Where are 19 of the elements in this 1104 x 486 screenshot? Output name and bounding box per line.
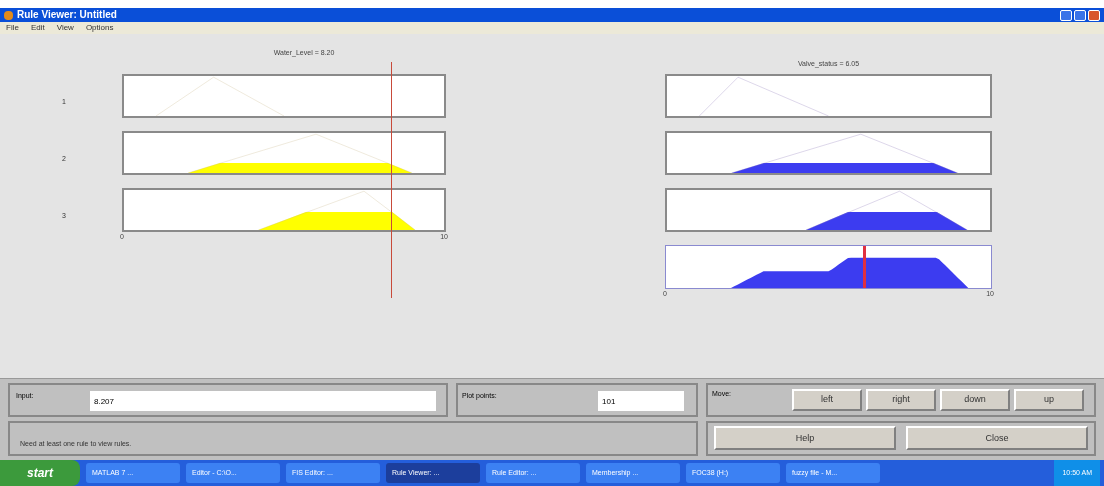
push-button[interactable]: Close [906, 426, 1088, 451]
menu-item[interactable]: Edit [30, 24, 45, 32]
maximize-button[interactable] [1074, 9, 1086, 21]
push-button[interactable]: up [1014, 389, 1084, 411]
plot-points-field[interactable]: 101 [598, 391, 684, 411]
window-title: Rule Viewer: Untitled [17, 10, 117, 20]
start-button[interactable]: start [0, 460, 80, 486]
input-field[interactable]: 8.207 [90, 391, 436, 411]
push-button[interactable]: left [792, 389, 862, 411]
input-value-line[interactable] [390, 62, 392, 298]
close-button[interactable] [1088, 9, 1100, 21]
menu-item[interactable]: View [56, 24, 74, 32]
menu-item[interactable]: File [6, 24, 19, 32]
push-button[interactable]: right [866, 389, 936, 411]
minimize-button[interactable] [1060, 9, 1072, 21]
menu-item[interactable]: Options [85, 24, 114, 32]
push-button[interactable]: down [940, 389, 1010, 411]
push-button[interactable]: Help [714, 426, 896, 451]
app-icon [4, 10, 13, 20]
